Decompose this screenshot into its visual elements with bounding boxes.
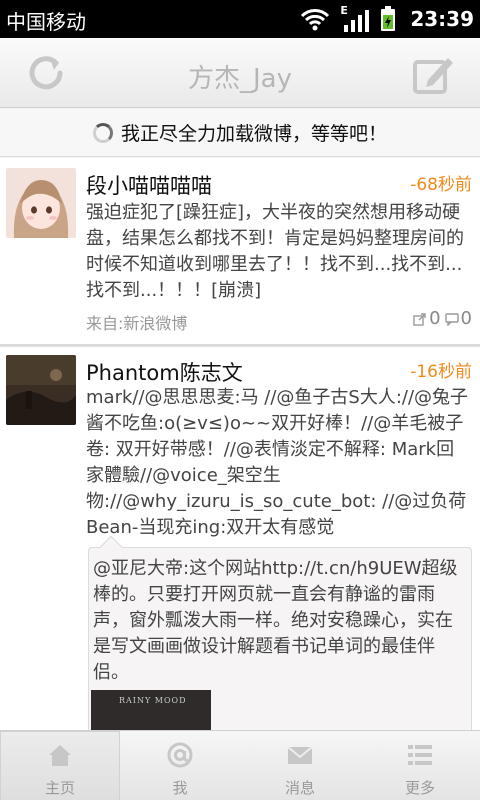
tab-home-label: 主页 xyxy=(44,779,75,797)
post-content: 强迫症犯了[躁狂症]，大半夜的突然想用移动硬盘，结果怎么都找不到！肯定是妈妈整理… xyxy=(86,202,464,301)
signal-icon: E xyxy=(340,4,370,32)
tab-more-label: 更多 xyxy=(404,779,435,797)
home-icon xyxy=(49,745,71,766)
retweet-thumbnail[interactable]: RAINY MOOD xyxy=(91,690,211,730)
title-bar: 方杰_Jay xyxy=(0,38,480,108)
comment-icon xyxy=(444,312,459,326)
status-item[interactable]: Phantom陈志文 -16秒前 mark//@思思思麦:马 //@鱼子古S大人… xyxy=(0,346,480,730)
status-icons: E 23:39 xyxy=(300,4,474,34)
repost-icon xyxy=(413,312,426,326)
status-item[interactable]: 段小喵喵喵喵 -68秒前 强迫症犯了[躁狂症]，大半夜的突然想用移动硬盘，结果怎… xyxy=(0,158,480,346)
tab-more[interactable]: 更多 xyxy=(360,731,480,800)
loading-indicator: 我正尽全力加载微博，等等吧！ xyxy=(0,109,480,157)
avatar[interactable] xyxy=(6,355,76,425)
carrier-name: 中国移动 xyxy=(6,10,86,34)
post-source: 来自:新浪微博 xyxy=(86,314,188,333)
page-title: 方杰_Jay xyxy=(188,64,292,94)
tab-home[interactable]: 主页 xyxy=(0,731,120,800)
mail-icon xyxy=(287,746,313,764)
retweet-content: @亚尼大帝:这个网站http://t.cn/h9UEW超级棒的。只要打开网页就一… xyxy=(93,558,458,683)
repost-count-value: 0 xyxy=(429,308,441,329)
post-time: -68秒前 xyxy=(410,175,472,195)
thumbnail-caption: RAINY MOOD xyxy=(119,696,187,705)
spinner-icon xyxy=(92,122,113,143)
compose-button[interactable] xyxy=(412,54,456,96)
status-bar: 中国移动 E 23:39 xyxy=(0,0,480,38)
repost-count[interactable]: 0 xyxy=(413,308,441,329)
more-icon xyxy=(408,745,432,765)
post-counters: 0 0 xyxy=(413,308,472,329)
wifi-icon xyxy=(301,9,330,31)
bottom-tab-bar: 主页 我 消息 更多 xyxy=(0,730,480,800)
loading-text: 我正尽全力加载微博，等等吧！ xyxy=(120,123,387,145)
tab-messages-label: 消息 xyxy=(284,779,315,797)
tab-me-label: 我 xyxy=(172,779,188,797)
tab-me[interactable]: 我 xyxy=(120,731,240,800)
post-time: -16秒前 xyxy=(410,362,472,382)
author-name[interactable]: Phantom陈志文 xyxy=(86,357,243,387)
compose-icon xyxy=(413,58,453,94)
author-name[interactable]: 段小喵喵喵喵 xyxy=(86,170,212,200)
retweeted-status[interactable]: @亚尼大帝:这个网站http://t.cn/h9UEW超级棒的。只要打开网页就一… xyxy=(88,535,472,730)
at-icon xyxy=(167,742,193,768)
timeline-feed[interactable]: 段小喵喵喵喵 -68秒前 强迫症犯了[躁狂症]，大半夜的突然想用移动硬盘，结果怎… xyxy=(0,158,480,730)
battery-charging-icon xyxy=(381,6,396,31)
tab-messages[interactable]: 消息 xyxy=(240,731,360,800)
comment-count[interactable]: 0 xyxy=(444,308,472,329)
comment-count-value: 0 xyxy=(460,308,472,329)
post-content: mark//@思思思麦:马 //@鱼子古S大人://@兔子酱不吃鱼:o(≥v≤)… xyxy=(86,387,469,538)
clock: 23:39 xyxy=(410,7,474,31)
avatar[interactable] xyxy=(6,168,76,238)
